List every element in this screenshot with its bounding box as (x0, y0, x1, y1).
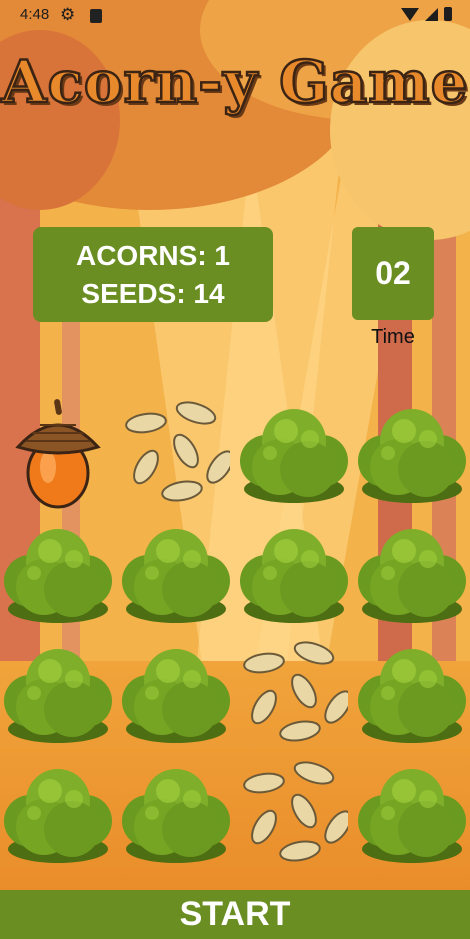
clock: 4:48 (20, 6, 50, 23)
game-grid (0, 395, 470, 875)
timer-value: 02 (352, 227, 434, 320)
signal-icon (425, 7, 438, 21)
settings-icon: ⚙ (60, 5, 76, 25)
bush-icon (122, 649, 230, 743)
seeds-tile[interactable] (240, 755, 348, 870)
start-button[interactable]: START (0, 890, 470, 939)
bush-icon (358, 529, 466, 623)
bush-tile[interactable] (358, 515, 466, 630)
seeds-icon (125, 401, 230, 502)
bush-tile[interactable] (122, 755, 230, 870)
battery-icon (444, 7, 452, 21)
bush-icon (358, 769, 466, 863)
acorn-tile[interactable] (4, 395, 112, 510)
bush-icon (4, 649, 112, 743)
bush-tile[interactable] (358, 395, 466, 510)
game-screen: 4:48 ⚙ Acorn-y Game ACORNS: 1 SEEDS: 14 … (0, 0, 470, 939)
sd-card-icon (90, 9, 102, 23)
timer-label: Time (371, 326, 415, 348)
bush-icon (240, 409, 348, 503)
seeds-tile[interactable] (240, 635, 348, 750)
seeds-tile[interactable] (122, 395, 230, 510)
bush-tile[interactable] (358, 635, 466, 750)
bush-icon (4, 769, 112, 863)
bush-tile[interactable] (122, 515, 230, 630)
bush-icon (4, 529, 112, 623)
bush-icon (358, 409, 466, 503)
bush-icon (122, 529, 230, 623)
bush-tile[interactable] (122, 635, 230, 750)
acorns-count: ACORNS: 1 (75, 240, 230, 271)
bush-tile[interactable] (4, 515, 112, 630)
score-panel: ACORNS: 1 SEEDS: 14 (33, 227, 273, 322)
bush-tile[interactable] (4, 755, 112, 870)
bush-icon (122, 769, 230, 863)
bush-tile[interactable] (4, 635, 112, 750)
acorn-icon (15, 399, 101, 509)
bush-tile[interactable] (358, 755, 466, 870)
seeds-icon (243, 761, 348, 862)
seeds-count: SEEDS: 14 (81, 278, 225, 309)
seeds-icon (243, 641, 348, 742)
game-title: Acorn-y Game (0, 47, 469, 118)
bush-tile[interactable] (240, 395, 348, 510)
bush-tile[interactable] (240, 515, 348, 630)
bush-icon (358, 649, 466, 743)
bush-icon (240, 529, 348, 623)
status-bar: 4:48 ⚙ (0, 0, 470, 32)
wifi-icon (401, 7, 419, 21)
